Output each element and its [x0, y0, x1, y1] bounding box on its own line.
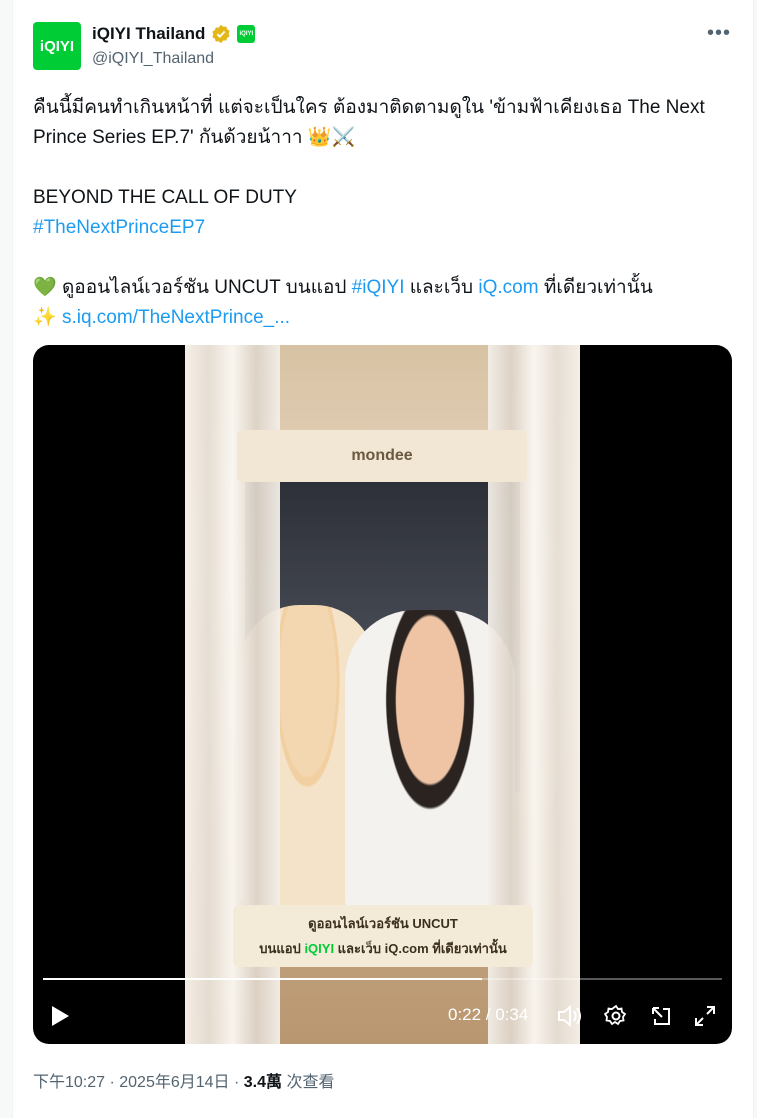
video-controls: 0:22 / 0:34 [33, 995, 732, 1035]
link-iq-com[interactable]: iQ.com [478, 277, 538, 298]
hashtag-iqiyi[interactable]: #iQIYI [352, 277, 405, 298]
views-count: 3.4萬 [243, 1074, 283, 1091]
author-handle[interactable]: @iQIYI_Thailand [92, 50, 214, 68]
video-progress-bar[interactable] [43, 978, 722, 980]
tweet-line-1: คืนนี้มีคนทำเกินหน้าที่ แต่จะเป็นใคร ต้อ… [33, 97, 705, 148]
author-row: iQIYI Thailand iQIYI [92, 24, 256, 44]
video-player[interactable]: mondee ดูออนไลน์เวอร์ชัน UNCUT บนแอป iQI… [33, 345, 732, 1044]
tweet-line-2: BEYOND THE CALL OF DUTY [33, 187, 297, 208]
crown-swords-emoji: 👑⚔️ [307, 127, 356, 148]
tweet-line-3: 💚 ดูออนไลน์เวอร์ชัน UNCUT บนแอป #iQIYI แ… [33, 277, 653, 298]
green-heart-emoji: 💚 [33, 277, 57, 298]
video-watermark: mondee [237, 430, 527, 482]
tweet-line-4: ✨ s.iq.com/TheNextPrince_... [33, 303, 743, 333]
timestamp[interactable]: 下午10:27 · 2025年6月14日 · [33, 1074, 244, 1091]
avatar[interactable]: iQIYI [33, 22, 81, 70]
sparkles-emoji: ✨ [33, 307, 57, 328]
tweet-card: iQIYI iQIYI Thailand iQIYI @iQIYI_Thaila… [12, 0, 754, 1118]
views-label: 次查看 [282, 1074, 335, 1091]
tweet-text: คืนนี้มีคนทำเกินหน้าที่ แต่จะเป็นใคร ต้อ… [33, 93, 743, 333]
tweet-meta: 下午10:27 · 2025年6月14日 · 3.4萬 次查看 [33, 1068, 334, 1092]
video-progress-fill [43, 978, 483, 980]
video-caption-line-2: บนแอป iQIYI และเว็บ iQ.com ที่เดียวเท่าน… [259, 941, 507, 956]
link-s-iq-com[interactable]: s.iq.com/TheNextPrince_... [62, 307, 290, 328]
hashtag-thenextprinceep7[interactable]: #TheNextPrinceEP7 [33, 217, 205, 238]
more-options-icon[interactable]: ••• [707, 22, 731, 45]
picture-in-picture-icon[interactable] [649, 1004, 673, 1028]
author-name[interactable]: iQIYI Thailand [92, 24, 205, 44]
volume-icon[interactable] [557, 1004, 583, 1028]
verified-badge-icon[interactable] [211, 24, 231, 44]
video-frame: mondee ดูออนไลน์เวอร์ชัน UNCUT บนแอป iQI… [185, 345, 580, 1044]
video-time: 0:22 / 0:34 [448, 1005, 529, 1024]
affiliate-badge-icon[interactable]: iQIYI [237, 25, 256, 43]
settings-icon[interactable] [604, 1004, 628, 1028]
video-caption-line-1: ดูออนไลน์เวอร์ชัน UNCUT [308, 916, 458, 931]
fullscreen-icon[interactable] [693, 1004, 717, 1028]
video-caption: ดูออนไลน์เวอร์ชัน UNCUT บนแอป iQIYI และเ… [233, 905, 533, 967]
play-icon[interactable] [49, 1005, 71, 1027]
